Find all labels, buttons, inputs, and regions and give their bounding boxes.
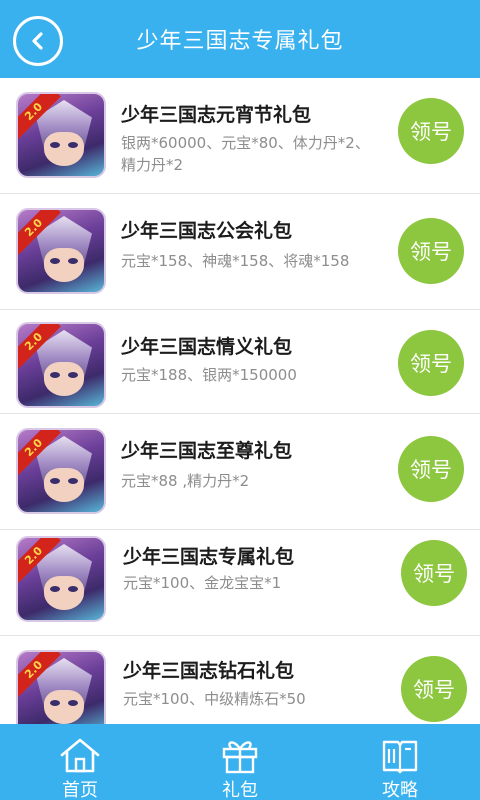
- claim-button[interactable]: 领号: [398, 436, 464, 502]
- claim-button[interactable]: 领号: [401, 656, 467, 722]
- gift-name: 少年三国志至尊礼包: [121, 440, 293, 462]
- gift-list[interactable]: 2.0 少年三国志元宵节礼包 银两*60000、元宝*80、体力丹*2、精力丹*…: [0, 78, 480, 724]
- game-icon: 2.0: [16, 650, 106, 724]
- claim-button[interactable]: 领号: [401, 540, 467, 606]
- gift-name: 少年三国志公会礼包: [121, 220, 293, 242]
- tab-label: 礼包: [222, 780, 258, 800]
- gift-item[interactable]: 2.0 少年三国志元宵节礼包 银两*60000、元宝*80、体力丹*2、精力丹*…: [0, 78, 480, 194]
- gift-name: 少年三国志专属礼包: [123, 546, 295, 568]
- gift-item[interactable]: 2.0 少年三国志公会礼包 元宝*158、神魂*158、将魂*158 领号: [0, 194, 480, 310]
- gift-item[interactable]: 2.0 少年三国志专属礼包 元宝*100、金龙宝宝*1 领号: [0, 530, 480, 636]
- gift-contents: 元宝*158、神魂*158、将魂*158: [121, 252, 350, 270]
- game-icon: 2.0: [16, 322, 106, 408]
- claim-button[interactable]: 领号: [398, 330, 464, 396]
- gift-item[interactable]: 2.0 少年三国志至尊礼包 元宝*88 ,精力丹*2 领号: [0, 414, 480, 530]
- tab-gifts[interactable]: 礼包: [160, 724, 320, 800]
- gift-contents: 元宝*88 ,精力丹*2: [121, 472, 250, 490]
- gift-contents: 元宝*100、金龙宝宝*1: [123, 574, 282, 592]
- gift-icon: [222, 741, 258, 774]
- page-title: 少年三国志专属礼包: [136, 29, 344, 54]
- game-icon: 2.0: [16, 428, 106, 514]
- tab-home[interactable]: 首页: [0, 724, 160, 800]
- gift-contents: 元宝*100、中级精炼石*50: [123, 690, 306, 708]
- bottom-tab-bar: 首页 礼包 攻略: [0, 724, 480, 800]
- game-icon: 2.0: [16, 208, 106, 294]
- top-bar: 少年三国志专属礼包: [0, 0, 480, 78]
- gift-name: 少年三国志元宵节礼包: [121, 104, 312, 126]
- claim-button[interactable]: 领号: [398, 98, 464, 164]
- gift-name: 少年三国志情义礼包: [121, 336, 293, 358]
- game-icon: 2.0: [16, 92, 106, 178]
- home-icon: [60, 738, 100, 773]
- gift-item[interactable]: 2.0 少年三国志情义礼包 元宝*188、银两*150000 领号: [0, 310, 480, 414]
- game-icon: 2.0: [16, 536, 106, 622]
- gift-item[interactable]: 2.0 少年三国志钻石礼包 元宝*100、中级精炼石*50 领号: [0, 636, 480, 724]
- book-icon: [382, 740, 418, 774]
- tab-guides[interactable]: 攻略: [320, 724, 480, 800]
- tab-label: 攻略: [382, 780, 418, 800]
- gift-contents: 银两*60000、元宝*80、体力丹*2、精力丹*2: [121, 134, 370, 174]
- claim-button[interactable]: 领号: [398, 218, 464, 284]
- gift-contents: 元宝*188、银两*150000: [121, 366, 297, 384]
- tab-label: 首页: [62, 780, 98, 800]
- gift-name: 少年三国志钻石礼包: [123, 660, 295, 682]
